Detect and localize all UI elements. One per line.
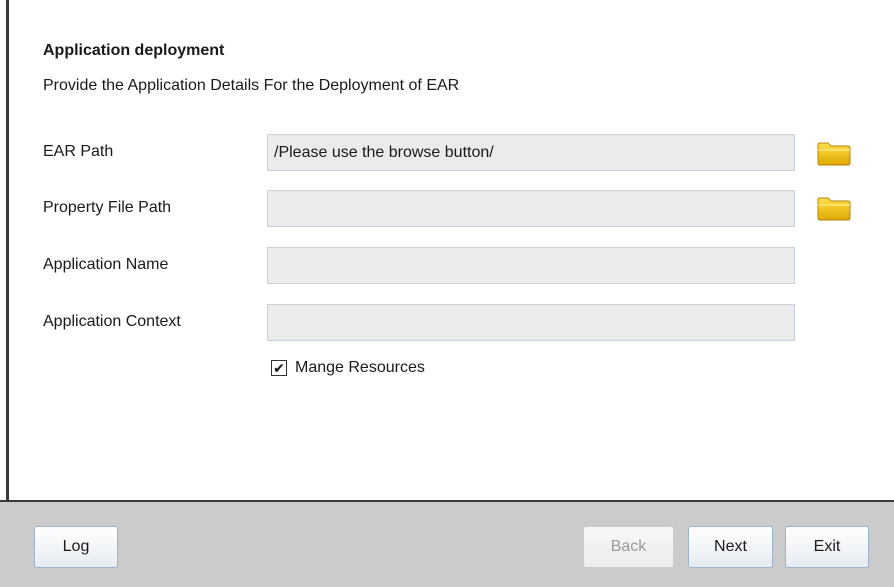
folder-icon: [817, 197, 851, 221]
manage-resources-label: Mange Resources: [295, 359, 425, 376]
property-file-browse-button[interactable]: [817, 195, 851, 221]
property-file-path-label: Property File Path: [43, 199, 172, 216]
application-context-input[interactable]: [267, 304, 795, 341]
manage-resources-checkbox[interactable]: ✔ Mange Resources: [271, 358, 425, 378]
section-description: Provide the Application Details For the …: [43, 77, 460, 94]
ear-path-label: EAR Path: [43, 143, 114, 160]
back-button[interactable]: Back: [583, 526, 674, 568]
application-context-label: Application Context: [43, 313, 181, 330]
ear-path-browse-button[interactable]: [817, 140, 851, 166]
check-mark-icon: ✔: [273, 360, 285, 376]
checkbox-box[interactable]: ✔: [271, 360, 287, 376]
property-file-path-input[interactable]: [267, 190, 795, 227]
next-button[interactable]: Next: [688, 526, 773, 568]
application-name-input[interactable]: [267, 247, 795, 284]
button-bar: Log Back Next Exit: [0, 502, 894, 587]
log-button[interactable]: Log: [34, 526, 118, 568]
application-name-label: Application Name: [43, 256, 169, 273]
exit-button[interactable]: Exit: [785, 526, 869, 568]
content-panel: Application deployment Provide the Appli…: [9, 0, 894, 500]
ear-path-input[interactable]: [267, 134, 795, 171]
section-title: Application deployment: [43, 42, 225, 59]
folder-icon: [817, 142, 851, 166]
deployment-window: Application deployment Provide the Appli…: [0, 0, 894, 587]
